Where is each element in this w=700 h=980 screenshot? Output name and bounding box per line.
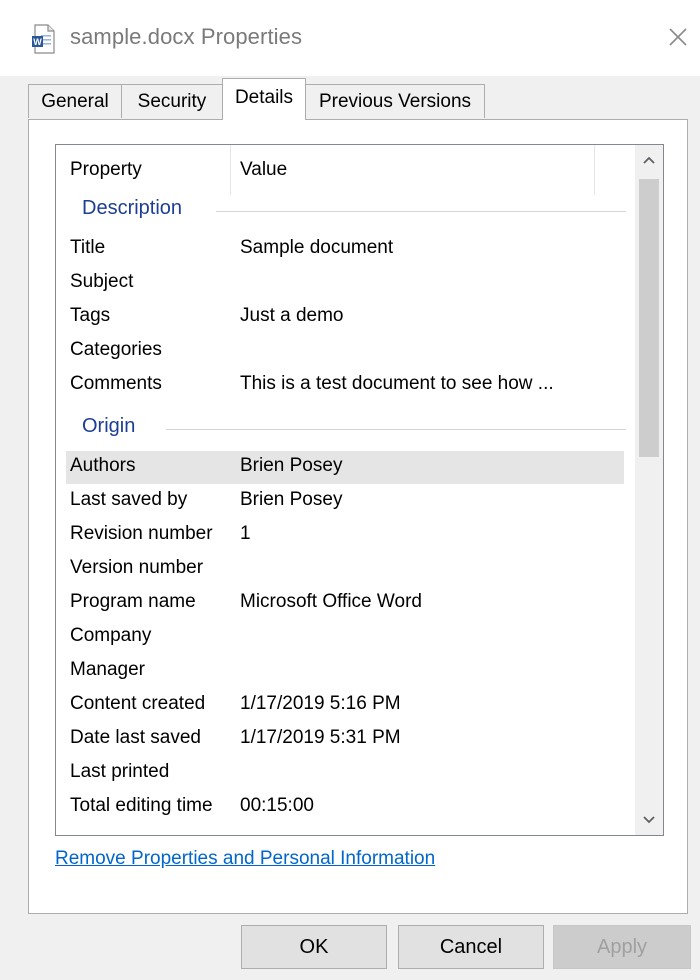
list-item[interactable]: Categories <box>56 335 636 368</box>
list-item[interactable]: Subject <box>56 267 636 300</box>
property-name: Last saved by <box>70 489 188 510</box>
list-item[interactable]: Version number <box>56 553 636 586</box>
property-name: Last printed <box>70 761 170 782</box>
tab-previous-versions[interactable]: Previous Versions <box>305 84 485 118</box>
cancel-button[interactable]: Cancel <box>398 925 544 969</box>
property-name: Tags <box>70 305 111 326</box>
group-origin: Origin <box>56 415 636 445</box>
list-item[interactable]: Company <box>56 621 636 654</box>
ok-button[interactable]: OK <box>241 925 387 969</box>
apply-button[interactable]: Apply <box>553 925 691 969</box>
column-divider[interactable] <box>594 145 595 195</box>
property-value: Sample document <box>240 237 394 258</box>
word-document-icon: W <box>32 24 55 54</box>
property-name: Revision number <box>70 523 213 544</box>
column-header-property[interactable]: Property <box>70 159 142 181</box>
property-name: Program name <box>70 591 196 612</box>
title-bar: W sample.docx Properties <box>0 0 700 76</box>
property-name: Company <box>70 625 152 646</box>
property-value: 00:15:00 <box>240 795 314 816</box>
tab-details[interactable]: Details <box>222 78 306 120</box>
scroll-down-icon[interactable] <box>635 805 663 835</box>
window-title: sample.docx Properties <box>70 24 303 49</box>
property-name: Manager <box>70 659 145 680</box>
property-value: 1/17/2019 5:16 PM <box>240 693 401 714</box>
list-item[interactable]: Title Sample document <box>56 233 636 266</box>
list-item[interactable]: Total editing time 00:15:00 <box>56 791 636 824</box>
property-value: Brien Posey <box>240 489 343 510</box>
property-name: Date last saved <box>70 727 201 748</box>
property-value: Brien Posey <box>240 455 343 476</box>
group-label: Origin <box>82 415 146 438</box>
svg-text:W: W <box>33 37 42 47</box>
column-divider[interactable] <box>230 145 231 195</box>
property-value: 1/17/2019 5:31 PM <box>240 727 401 748</box>
group-separator <box>166 429 626 430</box>
property-name: Content created <box>70 693 206 714</box>
list-item[interactable]: Revision number 1 <box>56 519 636 552</box>
group-description: Description <box>56 197 636 227</box>
details-panel: Property Value Description Title Sample d… <box>28 119 688 914</box>
remove-properties-link[interactable]: Remove Properties and Personal Informati… <box>55 848 435 870</box>
property-name: Comments <box>70 373 162 394</box>
list-item[interactable]: Last saved by Brien Posey <box>56 485 636 518</box>
list-item[interactable]: Manager <box>56 655 636 688</box>
list-item[interactable]: Tags Just a demo <box>56 301 636 334</box>
close-icon[interactable] <box>663 22 693 52</box>
tab-general[interactable]: General <box>28 84 122 118</box>
vertical-scrollbar[interactable] <box>635 145 663 835</box>
column-header-value[interactable]: Value <box>240 159 287 181</box>
property-name: Authors <box>70 455 136 476</box>
properties-list[interactable]: Property Value Description Title Sample d… <box>55 144 664 836</box>
tab-security[interactable]: Security <box>121 84 223 118</box>
scroll-up-icon[interactable] <box>635 145 663 175</box>
property-name: Title <box>70 237 106 258</box>
property-name: Total editing time <box>70 795 213 816</box>
list-item[interactable]: Content created 1/17/2019 5:16 PM <box>56 689 636 722</box>
property-name: Version number <box>70 557 204 578</box>
property-name: Categories <box>70 339 162 360</box>
group-label: Description <box>82 197 193 220</box>
property-value: Just a demo <box>240 305 344 326</box>
list-item[interactable]: Program name Microsoft Office Word <box>56 587 636 620</box>
property-value: Microsoft Office Word <box>240 591 422 612</box>
tab-strip: General Security Details Previous Versio… <box>28 78 688 120</box>
group-separator <box>216 211 626 212</box>
scrollbar-thumb[interactable] <box>639 179 659 457</box>
list-item[interactable]: Last printed <box>56 757 636 790</box>
list-item[interactable]: Date last saved 1/17/2019 5:31 PM <box>56 723 636 756</box>
list-item[interactable]: Comments This is a test document to see h… <box>56 369 636 402</box>
property-name: Subject <box>70 271 134 292</box>
property-value: 1 <box>240 523 251 544</box>
property-value: This is a test document to see how ... <box>240 373 554 394</box>
column-header: Property Value <box>56 145 636 197</box>
list-item-selected[interactable]: Authors Brien Posey <box>66 451 624 484</box>
